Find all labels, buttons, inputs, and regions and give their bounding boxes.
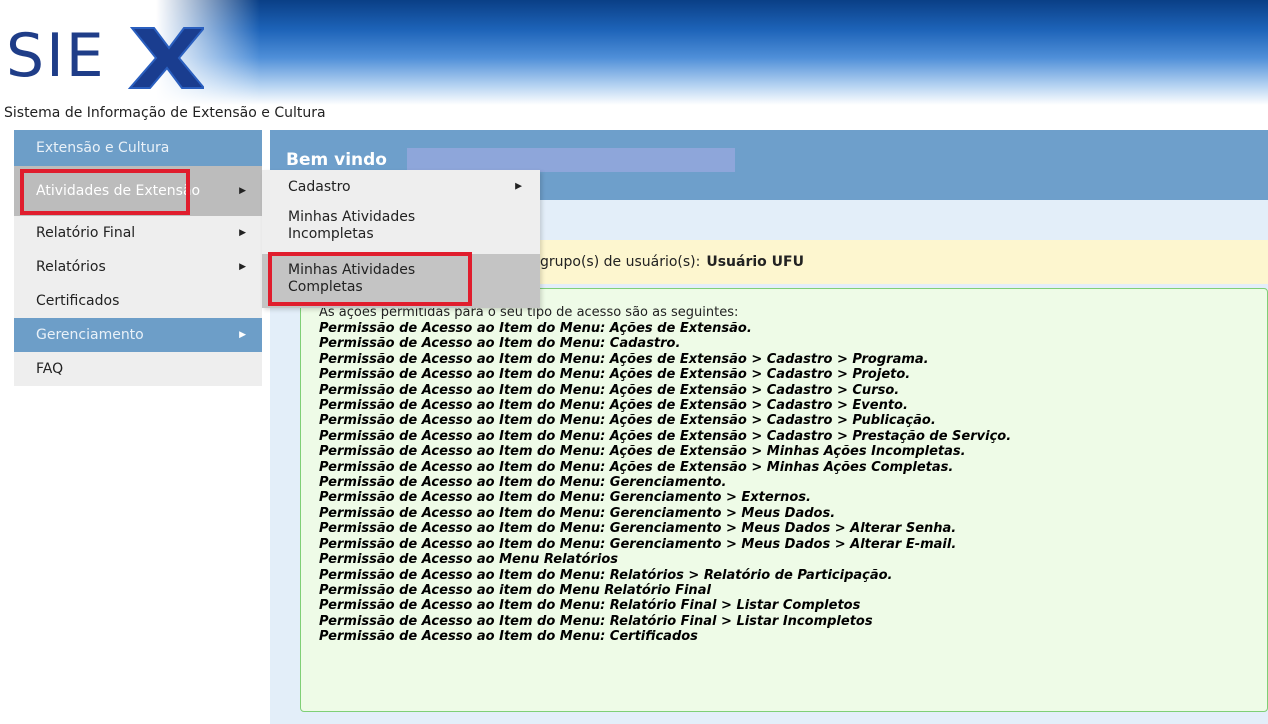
chevron-right-icon: ▶ <box>239 262 246 272</box>
permission-line: Permissão de Acesso ao Item do Menu: Açõ… <box>319 459 954 475</box>
logo-graphic: SIE <box>6 21 207 91</box>
logo-x-mark <box>127 27 207 89</box>
sidebar-item-gerenciamento[interactable]: Gerenciamento ▶ <box>14 318 262 352</box>
highlight-box-completas <box>268 252 472 306</box>
chevron-right-icon: ▶ <box>239 186 246 196</box>
sidebar-item-label: Relatório Final <box>36 225 136 241</box>
permission-line: Permissão de Acesso ao Item do Menu: Açõ… <box>319 444 966 460</box>
submenu-item-minhas-incompletas[interactable]: Minhas Atividades Incompletas <box>262 208 540 254</box>
siex-logo: SIE <box>4 18 207 91</box>
permission-line: Permissão de Acesso ao Item do Menu: Açõ… <box>319 367 911 383</box>
highlight-box-atividades <box>20 169 190 215</box>
sidebar-item-faq[interactable]: FAQ <box>14 352 262 386</box>
sidebar-item-label: Extensão e Cultura <box>36 140 170 156</box>
permissions-box: As ações permitidas para o seu tipo de a… <box>300 288 1268 712</box>
permission-line: Permissão de Acesso ao Item do Menu: Cad… <box>319 336 681 352</box>
sidebar-item-relatorios[interactable]: Relatórios ▶ <box>14 250 262 284</box>
permission-line: Permissão de Acesso ao Item do Menu: Rel… <box>319 613 873 629</box>
permission-line: Permissão de Acesso ao Item do Menu: Ger… <box>319 536 957 552</box>
sidebar-item-extensao-cultura[interactable]: Extensão e Cultura <box>14 130 262 166</box>
permissions-list: Permissão de Acesso ao Item do Menu: Açõ… <box>319 321 1011 645</box>
submenu-item-label: Cadastro <box>288 178 351 195</box>
permission-line: Permissão de Acesso ao Item do Menu: Açõ… <box>319 382 900 398</box>
system-subtitle: Sistema de Informação de Extensão e Cult… <box>4 105 326 121</box>
permission-line: Permissão de Acesso ao Item do Menu: Cer… <box>319 629 698 645</box>
welcome-text: Bem vindo <box>286 150 387 170</box>
sidebar-item-label: Gerenciamento <box>36 327 144 343</box>
sidebar-item-relatorio-final[interactable]: Relatório Final ▶ <box>14 216 262 250</box>
permission-line: Permissão de Acesso ao Item do Menu: Açõ… <box>319 351 929 367</box>
permission-line: Permissão de Acesso ao Menu Relatórios <box>319 552 618 568</box>
permission-line: Permissão de Acesso ao item do Menu Rela… <box>319 582 711 598</box>
sidebar-item-label: Relatórios <box>36 259 106 275</box>
chevron-right-icon: ▶ <box>239 330 246 340</box>
permission-line: Permissão de Acesso ao Item do Menu: Açõ… <box>319 413 936 429</box>
permission-line: Permissão de Acesso ao Item do Menu: Ger… <box>319 490 811 506</box>
sidebar-item-label: Certificados <box>36 293 120 309</box>
permission-line: Permissão de Acesso ao Item do Menu: Açõ… <box>319 428 1012 444</box>
permission-line: Permissão de Acesso ao Item do Menu: Ger… <box>319 475 727 491</box>
sidebar-item-certificados[interactable]: Certificados <box>14 284 262 318</box>
permission-line: Permissão de Acesso ao Item do Menu: Ger… <box>319 505 836 521</box>
sidebar-item-label: FAQ <box>36 361 64 377</box>
redacted-username <box>407 148 735 172</box>
permission-line: Permissão de Acesso ao Item do Menu: Rel… <box>319 567 893 583</box>
group-value: Usuário UFU <box>706 254 804 270</box>
permission-line: Permissão de Acesso ao Item do Menu: Rel… <box>319 598 861 614</box>
chevron-right-icon: ▶ <box>515 181 522 192</box>
permission-line: Permissão de Acesso ao Item do Menu: Ger… <box>319 521 957 537</box>
chevron-right-icon: ▶ <box>239 228 246 238</box>
group-label: grupo(s) de usuário(s): <box>540 254 701 270</box>
permission-line: Permissão de Acesso ao Item do Menu: Açõ… <box>319 321 752 336</box>
submenu-item-label: Minhas Atividades Incompletas <box>288 209 416 242</box>
logo-text: SIE <box>6 21 106 90</box>
permission-line: Permissão de Acesso ao Item do Menu: Açõ… <box>319 398 908 414</box>
submenu-item-cadastro[interactable]: Cadastro ▶ <box>262 170 540 204</box>
